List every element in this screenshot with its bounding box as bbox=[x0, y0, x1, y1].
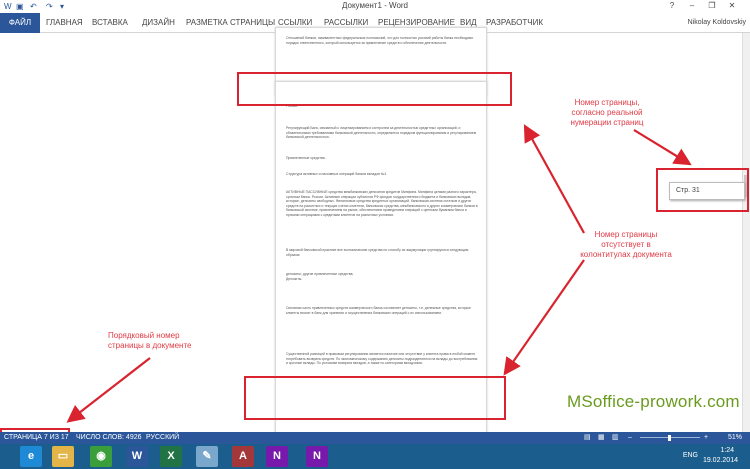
clock-time[interactable]: 1:24 bbox=[720, 447, 734, 454]
print-layout-icon[interactable]: ▦ bbox=[598, 432, 605, 444]
excel-icon[interactable]: X bbox=[160, 446, 182, 467]
annotation-ordinal: Порядковый номер страницы в документе bbox=[108, 331, 192, 350]
taskbar: e ▭ ◉ W X ✎ A N N ENG 1:24 19.02.2014 bbox=[0, 444, 750, 469]
ie-icon[interactable]: e bbox=[20, 446, 42, 467]
zoom-out-icon[interactable]: – bbox=[628, 432, 632, 444]
onenote-icon[interactable]: N bbox=[266, 446, 288, 467]
language-indicator[interactable]: РУССКИЙ bbox=[146, 432, 179, 444]
web-layout-icon[interactable]: ▥ bbox=[612, 432, 619, 444]
page-counter[interactable]: СТРАНИЦА 7 ИЗ 17 bbox=[4, 432, 69, 444]
status-bar: СТРАНИЦА 7 ИЗ 17 ЧИСЛО СЛОВ: 4926 РУССКИ… bbox=[0, 432, 750, 444]
arrow-to-statusbar bbox=[66, 357, 151, 423]
clock-date[interactable]: 19.02.2014 bbox=[703, 457, 738, 464]
keyboard-language[interactable]: ENG bbox=[683, 452, 698, 459]
annotation-page-real: Номер страницы, согласно реальной нумера… bbox=[570, 98, 644, 127]
explorer-icon[interactable]: ▭ bbox=[52, 446, 74, 467]
access-icon[interactable]: A bbox=[232, 446, 254, 467]
arrow-to-header bbox=[523, 124, 585, 234]
zoom-slider-thumb[interactable] bbox=[668, 435, 671, 441]
word-count[interactable]: ЧИСЛО СЛОВ: 4926 bbox=[76, 432, 142, 444]
annotation-header-missing: Номер страницы отсутствует в колонтитула… bbox=[580, 230, 672, 259]
zoom-level[interactable]: 51% bbox=[728, 432, 742, 444]
arrow-to-tooltip bbox=[633, 129, 692, 166]
onenote-second-icon[interactable]: N bbox=[306, 446, 328, 467]
zoom-in-icon[interactable]: + bbox=[704, 432, 708, 444]
paint-icon[interactable]: ✎ bbox=[196, 446, 218, 467]
arrow-to-footer bbox=[503, 259, 585, 376]
word-icon[interactable]: W bbox=[126, 446, 148, 467]
chrome-icon[interactable]: ◉ bbox=[90, 446, 112, 467]
watermark: MSoffice-prowork.com bbox=[567, 392, 740, 411]
read-mode-icon[interactable]: ▤ bbox=[584, 432, 591, 444]
